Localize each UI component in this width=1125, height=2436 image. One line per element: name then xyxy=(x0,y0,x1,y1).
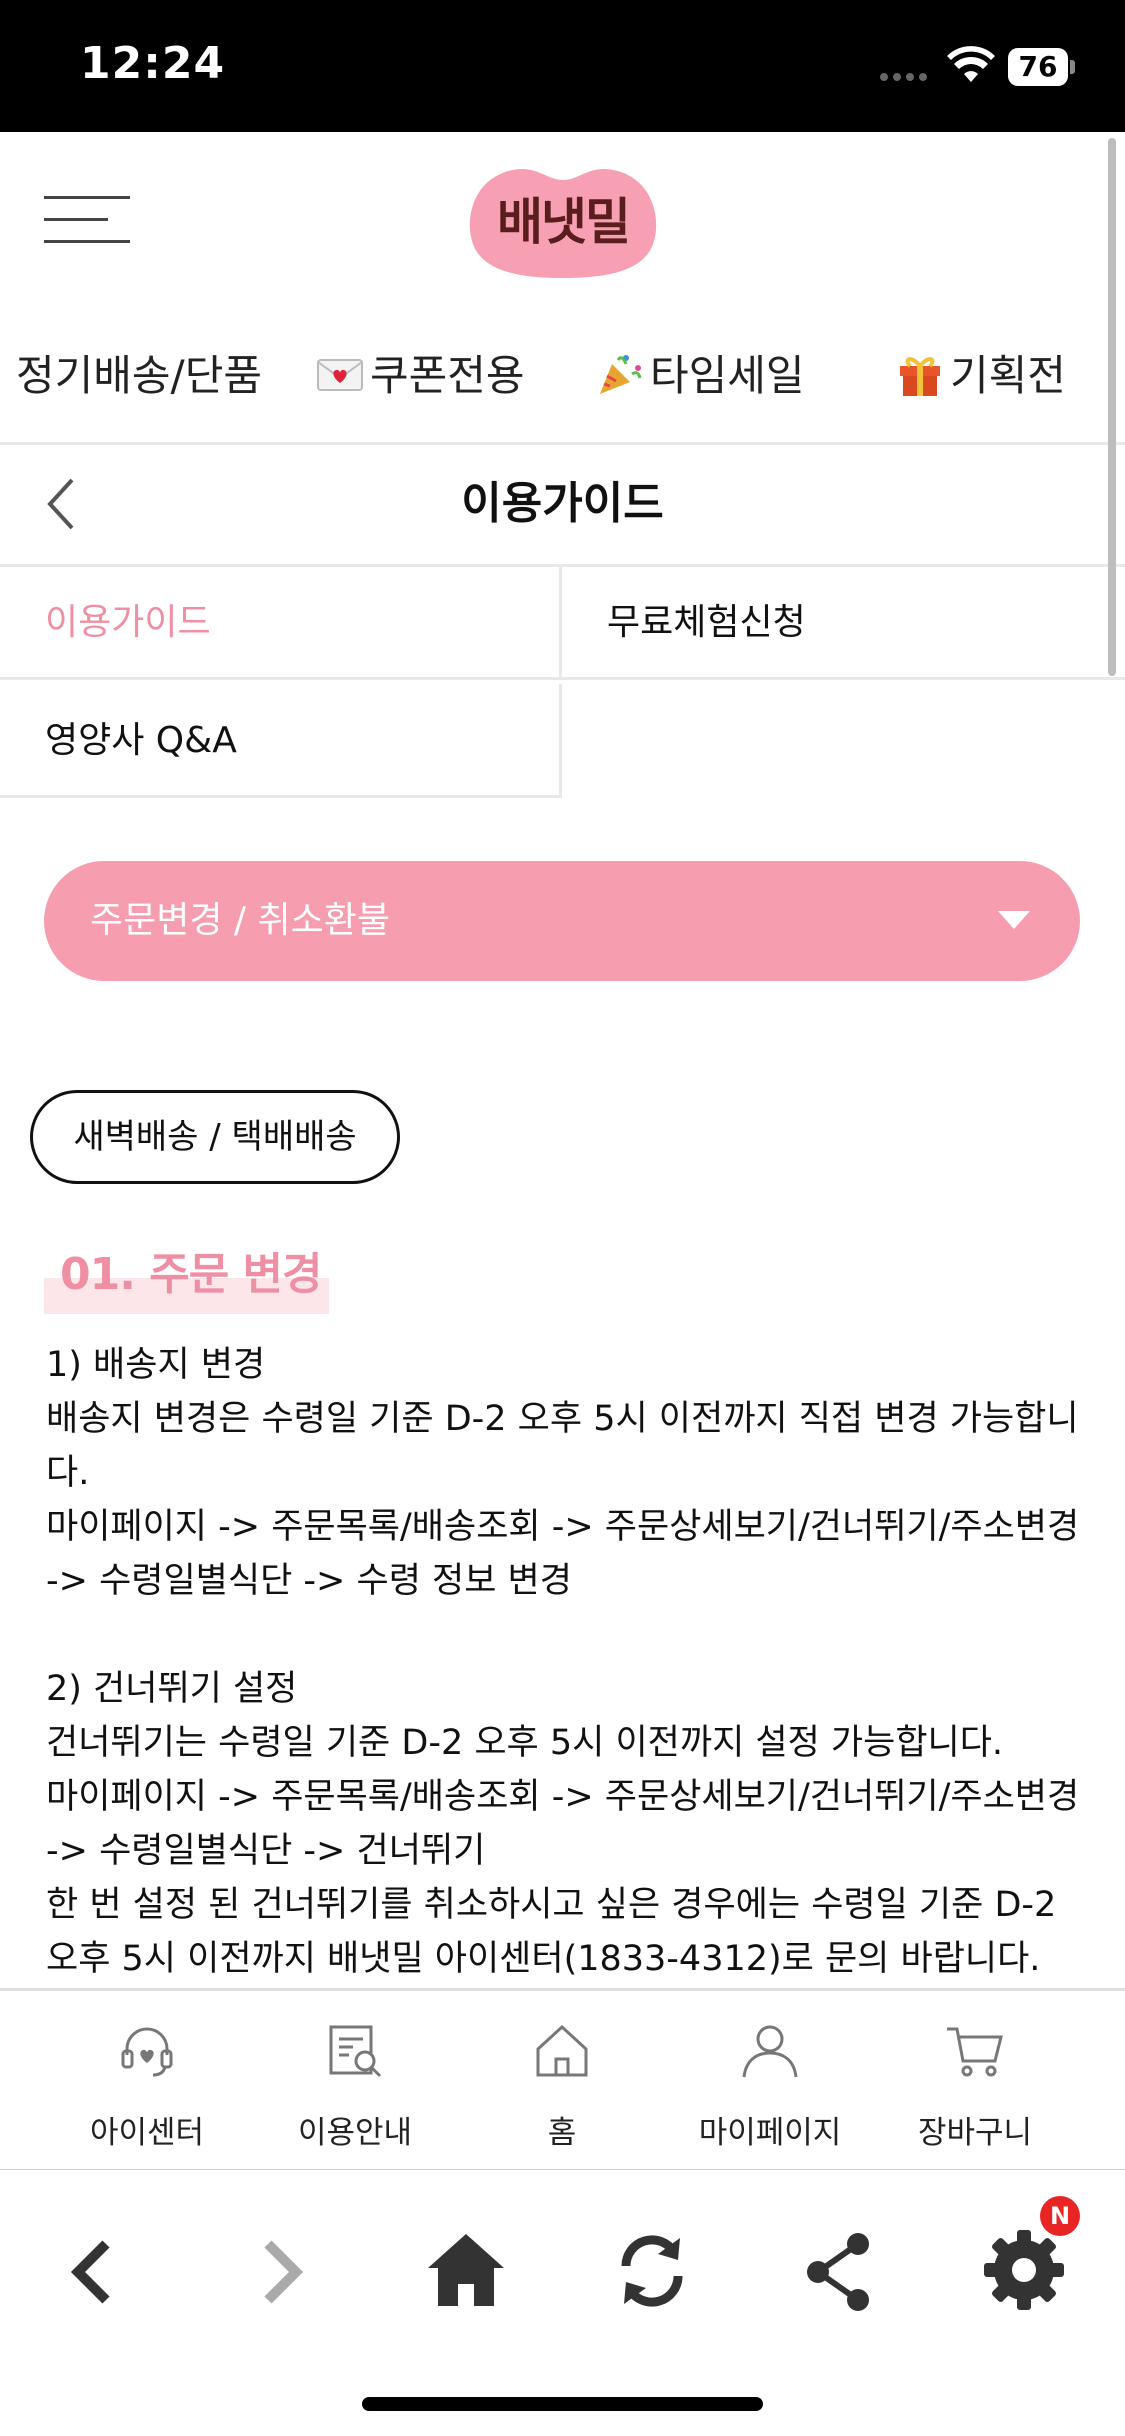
section-heading: 01. 주문 변경 xyxy=(60,1249,323,1300)
tab-my-page[interactable]: 마이페이지 xyxy=(670,1991,870,2169)
app-tab-bar: 아이센터 이용안내 홈 마이페이지 장바구니 xyxy=(0,1988,1125,2172)
hamburger-menu-icon[interactable] xyxy=(44,190,130,250)
content-line: 1) 배송지 변경 xyxy=(46,1345,266,1385)
tab-home[interactable]: 홈 xyxy=(462,1991,662,2169)
browser-home-button[interactable] xyxy=(416,2220,516,2320)
status-bar: 12:24 76 xyxy=(0,0,1125,132)
gift-icon xyxy=(900,357,940,396)
content-line: 배송지 변경은 수령일 기준 D-2 오후 5시 이전까지 직접 변경 가능합니… xyxy=(46,1399,1079,1493)
share-icon xyxy=(807,2233,869,2311)
dropdown-selected-value: 주문변경 / 취소환불 xyxy=(90,900,390,941)
category-dropdown[interactable]: 주문변경 / 취소환불 xyxy=(44,861,1080,981)
subnav-guide[interactable]: 이용가이드 xyxy=(0,566,562,680)
category-bar: 정기배송/단품 쿠폰전용 타임세일 기획전 xyxy=(0,312,1125,445)
tab-cart[interactable]: 장바구니 xyxy=(875,1991,1075,2169)
category-label: 정기배송/단품 xyxy=(16,351,262,400)
delivery-type-tab[interactable]: 새벽배송 / 택배배송 xyxy=(30,1090,400,1184)
refresh-icon xyxy=(621,2235,683,2307)
cart-icon xyxy=(947,2027,1003,2077)
category-subscription[interactable]: 정기배송/단품 xyxy=(16,340,262,412)
battery-icon: 76 xyxy=(1008,48,1076,86)
party-popper-icon xyxy=(600,355,642,394)
category-label: 타임세일 xyxy=(650,351,805,400)
signal-dots-icon xyxy=(880,66,936,81)
browser-share-button[interactable] xyxy=(788,2220,888,2320)
tab-label: 홈 xyxy=(547,2115,577,2151)
browser-forward-button[interactable] xyxy=(230,2220,330,2320)
dropdown-arrow-icon xyxy=(998,911,1030,929)
back-chevron-icon[interactable] xyxy=(42,472,82,536)
document-search-icon xyxy=(329,2025,382,2078)
battery-level: 76 xyxy=(1008,48,1068,86)
status-time: 12:24 xyxy=(80,38,226,89)
headset-heart-icon xyxy=(121,2027,173,2077)
page-title: 이용가이드 xyxy=(461,478,664,529)
arrow-left-icon xyxy=(70,2240,110,2304)
category-label: 기획전 xyxy=(950,351,1066,400)
tab-customer-center[interactable]: 아이센터 xyxy=(47,1991,247,2169)
category-promotion[interactable]: 기획전 xyxy=(896,340,1066,412)
browser-refresh-button[interactable] xyxy=(602,2220,702,2320)
person-icon xyxy=(742,2025,798,2078)
content-line: 마이페이지 -> 주문목록/배송조회 -> 주문상세보기/건너뛰기/주소변경 -… xyxy=(46,1777,1080,1871)
logo-text: 배냇밀 xyxy=(497,193,631,251)
content-line: 건너뛰기는 수령일 기준 D-2 오후 5시 이전까지 설정 가능합니다. xyxy=(46,1723,1004,1763)
arrow-right-icon xyxy=(264,2240,304,2304)
subnav-nutritionist-qa[interactable]: 영양사 Q&A xyxy=(0,684,562,798)
home-indicator xyxy=(362,2397,763,2411)
brand-logo[interactable]: 배냇밀 xyxy=(465,162,661,282)
tab-label: 마이페이지 xyxy=(698,2115,842,2151)
section-heading-block: 01. 주문 변경 xyxy=(44,1240,329,1316)
notification-badge: N xyxy=(1040,2196,1080,2236)
page-title-bar: 이용가이드 xyxy=(0,444,1125,567)
home-icon xyxy=(428,2234,504,2306)
subnav-free-trial[interactable]: 무료체험신청 xyxy=(562,566,1125,680)
scrollbar[interactable] xyxy=(1108,138,1116,676)
category-label: 쿠폰전용 xyxy=(370,351,525,400)
browser-back-button[interactable] xyxy=(44,2220,144,2320)
content-line: 마이페이지 -> 주문목록/배송조회 -> 주문상세보기/건너뛰기/주소변경 -… xyxy=(46,1507,1080,1601)
site-header: 배냇밀 xyxy=(0,132,1125,312)
tab-label: 이용안내 xyxy=(297,2115,413,2151)
house-icon xyxy=(536,2024,588,2077)
love-letter-icon xyxy=(317,359,363,391)
guide-subnav: 이용가이드 무료체험신청 영양사 Q&A xyxy=(0,566,1125,802)
content-line: 2) 건너뛰기 설정 xyxy=(46,1669,298,1709)
tab-usage-guide[interactable]: 이용안내 xyxy=(255,1991,455,2169)
category-coupon[interactable]: 쿠폰전용 xyxy=(316,340,525,412)
category-time-sale[interactable]: 타임세일 xyxy=(596,340,805,412)
content-line: 한 번 설정 된 건너뛰기를 취소하시고 싶은 경우에는 수령일 기준 D-2 … xyxy=(46,1885,1057,1979)
tab-label: 장바구니 xyxy=(917,2115,1033,2151)
guide-content: 1) 배송지 변경 배송지 변경은 수령일 기준 D-2 오후 5시 이전까지 … xyxy=(46,1338,1086,1986)
tab-label: 아이센터 xyxy=(89,2115,205,2151)
wifi-icon xyxy=(947,46,995,82)
